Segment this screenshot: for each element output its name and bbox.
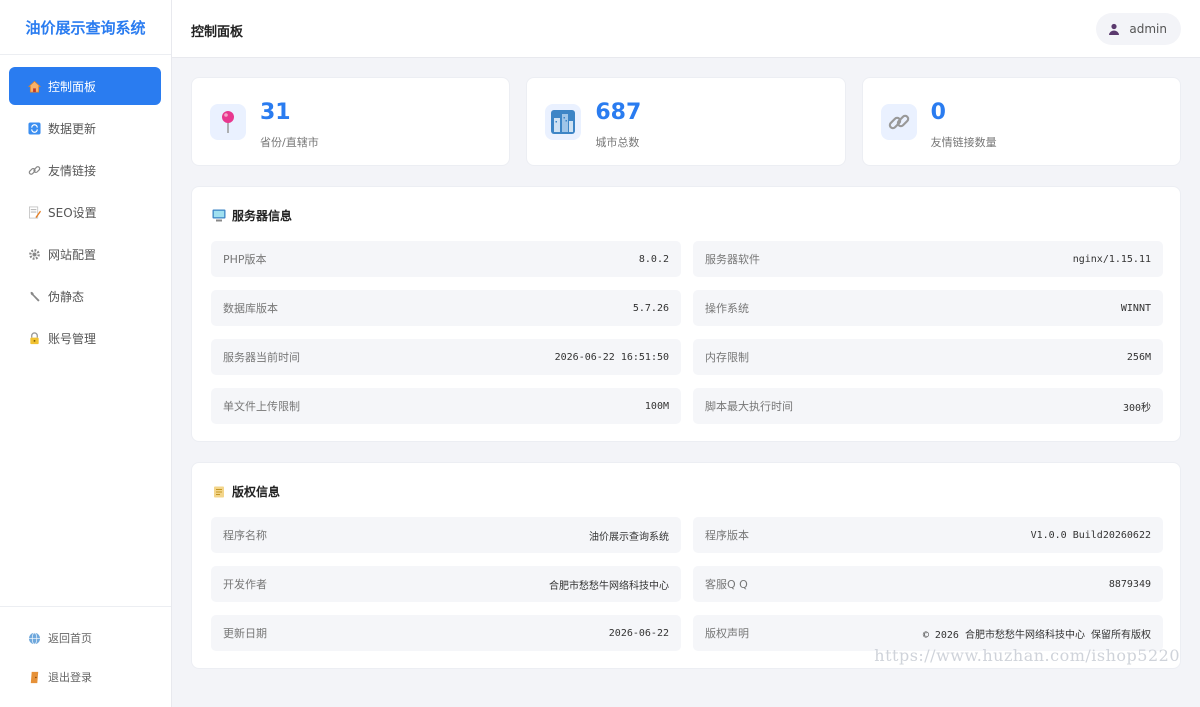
info-row: 服务器当前时间 2026-06-22 16:51:50 xyxy=(211,339,681,375)
info-row: 开发作者 合肥市愁愁牛网络科技中心 xyxy=(211,566,681,602)
sidebar-item-data-update[interactable]: 数据更新 xyxy=(9,109,161,147)
brand-title[interactable]: 油价展示查询系统 xyxy=(0,0,171,55)
info-key: 程序名称 xyxy=(223,529,267,542)
server-info-grid: PHP版本 8.0.2 服务器软件 nginx/1.15.11 数据库版本 5.7.2… xyxy=(211,241,1163,424)
stat-label: 友情链接数量 xyxy=(930,136,997,149)
info-row: 更新日期 2026-06-22 xyxy=(211,615,681,651)
info-key: PHP版本 xyxy=(223,253,267,266)
info-row: 服务器软件 nginx/1.15.11 xyxy=(693,241,1163,277)
info-value: 2026-06-22 xyxy=(608,627,669,639)
info-value: © 2026 合肥市愁愁牛网络科技中心 保留所有版权 xyxy=(922,629,1151,641)
sidebar-item-logout[interactable]: 退出登录 xyxy=(9,658,161,696)
info-key: 开发作者 xyxy=(223,578,267,591)
globe-icon xyxy=(27,631,41,645)
sidebar-item-label: 控制面板 xyxy=(48,79,97,94)
user-icon xyxy=(1108,23,1120,35)
stats-row: 31 省份/直辖市 687 城市总数 0 友情链接数量 xyxy=(191,77,1181,166)
info-value: 5.7.26 xyxy=(632,302,669,314)
sidebar-item-label: 退出登录 xyxy=(48,671,92,684)
stat-card-links: 0 友情链接数量 xyxy=(861,77,1181,166)
house-icon xyxy=(27,79,41,93)
copyright-grid: 程序名称 油价展示查询系统 程序版本 V1.0.0 Build20260622 开发… xyxy=(211,517,1163,651)
info-value: 8.0.2 xyxy=(638,253,669,265)
user-menu[interactable]: admin xyxy=(1096,13,1181,45)
sidebar-item-label: 返回首页 xyxy=(48,632,92,645)
sidebar-item-label: SEO设置 xyxy=(48,205,97,220)
copyright-panel: 版权信息 程序名称 油价展示查询系统 程序版本 V1.0.0 Build202606… xyxy=(191,462,1181,669)
top-bar: 控制面板 admin xyxy=(172,0,1200,58)
monitor-icon xyxy=(212,209,226,222)
info-row: 程序版本 V1.0.0 Build20260622 xyxy=(693,517,1163,553)
panel-title: 版权信息 xyxy=(212,483,280,500)
refresh-icon xyxy=(27,121,41,135)
link-icon xyxy=(880,104,917,140)
sidebar-item-label: 网站配置 xyxy=(48,247,97,262)
scroll-icon xyxy=(212,485,226,499)
info-key: 服务器软件 xyxy=(705,253,760,266)
sidebar-item-friend-links[interactable]: 友情链接 xyxy=(9,151,161,189)
sidebar-nav: 控制面板 数据更新 友情链接 SEO设置 网站配置 伪静态 账号管理 xyxy=(0,55,171,357)
stat-card-cities: 687 城市总数 xyxy=(526,77,846,166)
info-value: V1.0.0 Build20260622 xyxy=(1030,529,1151,541)
info-value: 油价展示查询系统 xyxy=(589,531,669,543)
info-key: 单文件上传限制 xyxy=(223,400,300,413)
stat-card-provinces: 31 省份/直辖市 xyxy=(191,77,511,166)
sidebar-item-account[interactable]: 账号管理 xyxy=(9,319,161,357)
pin-icon xyxy=(210,104,246,140)
info-row: 脚本最大执行时间 300秒 xyxy=(693,388,1163,424)
info-key: 更新日期 xyxy=(223,627,267,640)
info-value: 256M xyxy=(1126,351,1151,363)
info-key: 脚本最大执行时间 xyxy=(705,400,793,413)
info-row: 客服Q Q 8879349 xyxy=(693,566,1163,602)
link-icon xyxy=(27,163,41,177)
stat-value: 0 xyxy=(930,100,946,125)
info-key: 程序版本 xyxy=(705,529,749,542)
info-key: 内存限制 xyxy=(705,351,749,364)
stat-value: 31 xyxy=(260,100,291,125)
info-row: 操作系统 WINNT xyxy=(693,290,1163,326)
sidebar-item-dashboard[interactable]: 控制面板 xyxy=(9,67,161,105)
stat-label: 城市总数 xyxy=(595,136,640,149)
gear-icon xyxy=(27,247,41,261)
stat-label: 省份/直辖市 xyxy=(260,136,319,149)
sidebar-item-label: 账号管理 xyxy=(48,331,97,346)
sidebar-item-label: 伪静态 xyxy=(48,289,85,304)
sidebar-bottom: 返回首页 退出登录 xyxy=(0,606,171,707)
username: admin xyxy=(1129,22,1167,36)
sidebar-item-seo[interactable]: SEO设置 xyxy=(9,193,161,231)
info-value: 300秒 xyxy=(1122,402,1151,414)
info-key: 版权声明 xyxy=(705,627,749,640)
sidebar-item-home[interactable]: 返回首页 xyxy=(9,619,161,657)
sidebar-item-label: 数据更新 xyxy=(48,121,97,136)
panel-title: 服务器信息 xyxy=(212,207,292,224)
info-value: 100M xyxy=(644,400,669,412)
info-value: WINNT xyxy=(1120,302,1151,314)
info-value: 2026-06-22 16:51:50 xyxy=(554,351,669,363)
stat-value: 687 xyxy=(595,100,642,125)
memo-icon xyxy=(27,205,41,219)
info-value: nginx/1.15.11 xyxy=(1072,253,1151,265)
page-title: 控制面板 xyxy=(191,25,244,40)
info-row: 数据库版本 5.7.26 xyxy=(211,290,681,326)
info-key: 操作系统 xyxy=(705,302,749,315)
sidebar: 油价展示查询系统 控制面板 数据更新 友情链接 SEO设置 网站配置 伪静态 账… xyxy=(0,0,172,707)
sidebar-item-rewrite[interactable]: 伪静态 xyxy=(9,277,161,315)
server-info-panel: 服务器信息 PHP版本 8.0.2 服务器软件 nginx/1.15.11 数据库版… xyxy=(191,186,1181,442)
sidebar-item-label: 友情链接 xyxy=(48,163,97,178)
info-key: 服务器当前时间 xyxy=(223,351,300,364)
info-value: 合肥市愁愁牛网络科技中心 xyxy=(549,580,669,592)
sidebar-item-site-config[interactable]: 网站配置 xyxy=(9,235,161,273)
city-icon xyxy=(545,104,582,140)
watermark: https://www.huzhan.com/ishop5220 xyxy=(874,646,1180,665)
info-row: PHP版本 8.0.2 xyxy=(211,241,681,277)
info-row: 内存限制 256M xyxy=(693,339,1163,375)
info-key: 客服Q Q xyxy=(705,578,748,591)
info-row: 程序名称 油价展示查询系统 xyxy=(211,517,681,553)
info-key: 数据库版本 xyxy=(223,302,278,315)
wrench-icon xyxy=(27,289,41,303)
lock-icon xyxy=(27,331,41,345)
door-icon xyxy=(27,670,41,684)
info-value: 8879349 xyxy=(1108,578,1151,590)
info-row: 单文件上传限制 100M xyxy=(211,388,681,424)
